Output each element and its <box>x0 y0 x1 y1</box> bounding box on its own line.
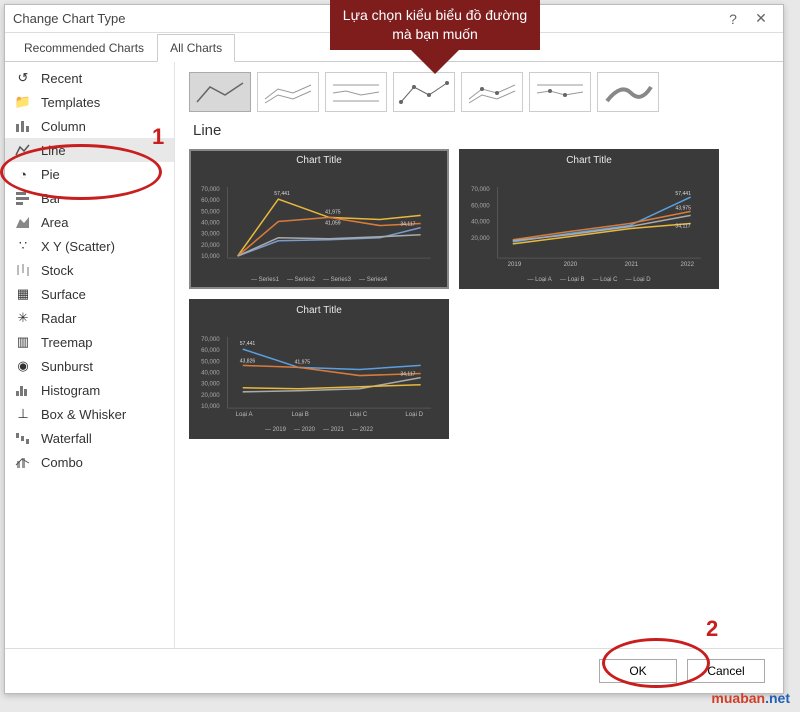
svg-text:50,000: 50,000 <box>201 358 220 365</box>
sidebar-item-pie[interactable]: ◔Pie <box>5 162 174 186</box>
tab-all-charts[interactable]: All Charts <box>157 34 235 62</box>
annotation-number-1: 1 <box>152 124 164 150</box>
subtype-3d-line[interactable] <box>597 72 659 112</box>
chart-previews: Chart Title 70,00060,00050,00040,00030,0… <box>189 149 769 439</box>
svg-text:Loại D: Loại D <box>405 411 423 418</box>
column-chart-icon <box>13 118 33 134</box>
svg-text:Loại C: Loại C <box>350 411 368 418</box>
svg-text:43,826: 43,826 <box>240 358 256 364</box>
svg-text:50,000: 50,000 <box>201 208 220 215</box>
sidebar-item-sunburst[interactable]: ◉Sunburst <box>5 354 174 378</box>
svg-text:Loại B: Loại B <box>292 411 309 418</box>
subtype-line[interactable] <box>189 72 251 112</box>
sidebar-item-area[interactable]: Area <box>5 210 174 234</box>
sidebar-item-combo[interactable]: Combo <box>5 450 174 474</box>
sidebar-item-line[interactable]: Line <box>5 138 174 162</box>
sidebar-item-histogram[interactable]: Histogram <box>5 378 174 402</box>
svg-text:60,000: 60,000 <box>471 202 490 209</box>
surface-chart-icon: ▦ <box>13 286 33 302</box>
radar-chart-icon: ✳ <box>13 310 33 326</box>
svg-text:34,117: 34,117 <box>400 222 415 228</box>
box-whisker-icon: ⊥ <box>13 406 33 422</box>
svg-text:20,000: 20,000 <box>471 235 490 242</box>
scatter-chart-icon: ∵ <box>13 238 33 254</box>
histogram-icon <box>13 382 33 398</box>
annotation-number-2: 2 <box>706 616 718 642</box>
svg-text:30,000: 30,000 <box>201 381 220 388</box>
sidebar-item-scatter[interactable]: ∵X Y (Scatter) <box>5 234 174 258</box>
svg-text:40,000: 40,000 <box>201 370 220 377</box>
sidebar-item-templates[interactable]: 📁Templates <box>5 90 174 114</box>
subtype-stacked-line-markers[interactable] <box>461 72 523 112</box>
svg-text:10,000: 10,000 <box>201 403 220 410</box>
svg-text:70,000: 70,000 <box>471 186 490 193</box>
svg-text:2019: 2019 <box>508 261 522 268</box>
svg-text:41,975: 41,975 <box>295 359 311 365</box>
sidebar-item-recent[interactable]: ↺Recent <box>5 66 174 90</box>
svg-text:30,000: 30,000 <box>201 231 220 238</box>
sidebar-item-stock[interactable]: Stock <box>5 258 174 282</box>
watermark: muaban.net <box>711 690 790 706</box>
subtype-100-stacked-line[interactable] <box>325 72 387 112</box>
dialog-footer: OK Cancel <box>5 648 783 693</box>
chart-preview-3[interactable]: Chart Title 70,00060,00050,00040,00030,0… <box>189 299 449 439</box>
line-chart-icon <box>13 142 33 158</box>
chart-preview-1[interactable]: Chart Title 70,00060,00050,00040,00030,0… <box>189 149 449 289</box>
svg-text:2020: 2020 <box>564 261 578 268</box>
sidebar-item-column[interactable]: Column <box>5 114 174 138</box>
svg-text:Loại A: Loại A <box>236 411 254 418</box>
svg-text:40,000: 40,000 <box>201 220 220 227</box>
waterfall-icon <box>13 430 33 446</box>
svg-text:57,441: 57,441 <box>274 191 290 197</box>
tab-recommended[interactable]: Recommended Charts <box>11 34 157 62</box>
annotation-callout: Lựa chọn kiểu biểu đồ đường mà bạn muốn <box>330 0 540 50</box>
subtype-line-markers[interactable] <box>393 72 455 112</box>
svg-text:60,000: 60,000 <box>201 197 220 204</box>
svg-text:20,000: 20,000 <box>201 392 220 399</box>
subtype-100-stacked-line-markers[interactable] <box>529 72 591 112</box>
close-button[interactable]: ✕ <box>747 10 775 27</box>
sidebar-item-bar[interactable]: Bar <box>5 186 174 210</box>
svg-text:10,000: 10,000 <box>201 253 220 260</box>
subtype-stacked-line[interactable] <box>257 72 319 112</box>
svg-text:40,000: 40,000 <box>471 219 490 226</box>
sidebar-item-radar[interactable]: ✳Radar <box>5 306 174 330</box>
line-subtype-row <box>189 72 769 112</box>
svg-text:41,975: 41,975 <box>325 209 341 215</box>
undo-icon: ↺ <box>13 70 33 86</box>
bar-chart-icon <box>13 190 33 206</box>
combo-chart-icon <box>13 454 33 470</box>
svg-text:57,441: 57,441 <box>240 341 256 347</box>
ok-button[interactable]: OK <box>599 659 677 683</box>
chart-preview-2[interactable]: Chart Title 70,00060,00040,00020,000 57,… <box>459 149 719 289</box>
svg-text:34,117: 34,117 <box>400 372 415 378</box>
sidebar-item-box-whisker[interactable]: ⊥Box & Whisker <box>5 402 174 426</box>
sidebar-item-surface[interactable]: ▦Surface <box>5 282 174 306</box>
sidebar-item-treemap[interactable]: ▥Treemap <box>5 330 174 354</box>
pie-chart-icon: ◔ <box>13 166 33 182</box>
folder-icon: 📁 <box>13 94 33 110</box>
svg-text:43,975: 43,975 <box>675 205 691 211</box>
chart-category-list: ↺Recent 📁Templates Column Line ◔Pie Bar … <box>5 62 175 648</box>
sunburst-icon: ◉ <box>13 358 33 374</box>
svg-text:2021: 2021 <box>625 261 639 268</box>
svg-text:34,117: 34,117 <box>675 224 690 230</box>
svg-text:57,441: 57,441 <box>675 191 691 197</box>
svg-text:70,000: 70,000 <box>201 336 220 343</box>
cancel-button[interactable]: Cancel <box>687 659 765 683</box>
svg-text:2022: 2022 <box>681 261 695 268</box>
area-chart-icon <box>13 214 33 230</box>
change-chart-type-dialog: Change Chart Type ? ✕ Recommended Charts… <box>4 4 784 694</box>
section-title: Line <box>193 122 769 139</box>
svg-text:41,059: 41,059 <box>325 221 341 227</box>
stock-chart-icon <box>13 262 33 278</box>
svg-text:20,000: 20,000 <box>201 242 220 249</box>
help-button[interactable]: ? <box>719 11 747 27</box>
sidebar-item-waterfall[interactable]: Waterfall <box>5 426 174 450</box>
svg-text:60,000: 60,000 <box>201 347 220 354</box>
svg-text:70,000: 70,000 <box>201 186 220 193</box>
chart-content-panel: Line Chart Title 70,00060,00050,00040,00… <box>175 62 783 648</box>
treemap-icon: ▥ <box>13 334 33 350</box>
